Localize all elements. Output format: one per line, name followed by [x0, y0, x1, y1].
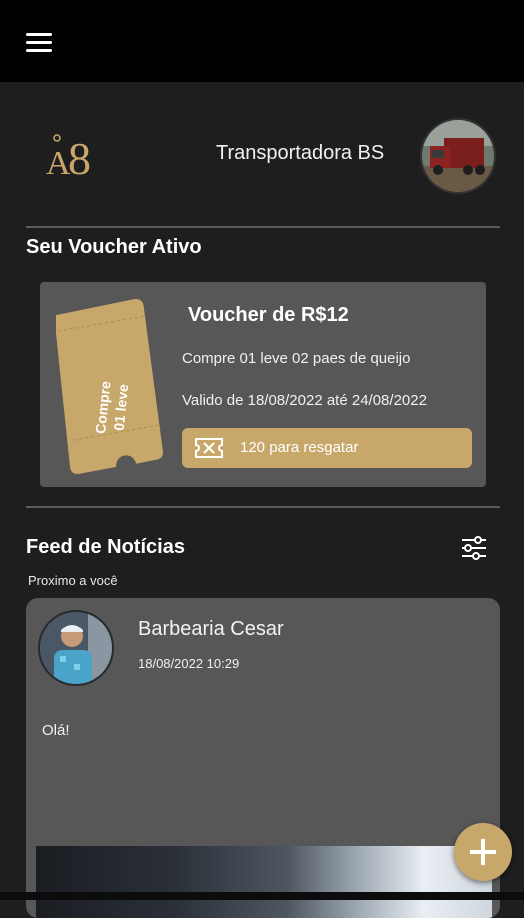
voucher-card[interactable]: Compre 01 leve Voucher de R$12 Compre 01… [40, 282, 486, 487]
sliders-icon[interactable] [460, 536, 488, 560]
brand-logo: A 8 [44, 124, 104, 184]
post-image[interactable] [36, 846, 492, 918]
feed-section-title: Feed de Notícias [26, 536, 185, 558]
ticket-graphic: Compre 01 leve [54, 296, 166, 480]
svg-text:8: 8 [68, 133, 91, 184]
redeem-button[interactable]: 120 para resgatar [182, 428, 472, 468]
add-post-button[interactable] [454, 823, 512, 881]
voucher-description: Compre 01 leve 02 paes de queijo [182, 350, 411, 367]
post-author-avatar[interactable] [38, 610, 114, 686]
redeem-label: 120 para resgatar [240, 439, 359, 456]
voucher-validity: Valido de 18/08/2022 até 24/08/2022 [182, 392, 427, 409]
post-datetime: 18/08/2022 10:29 [138, 656, 240, 671]
feed-subtitle: Proximo a você [28, 573, 118, 588]
company-name: Transportadora BS [216, 142, 385, 164]
top-app-bar [0, 0, 524, 82]
post-text: Olá! [42, 722, 70, 739]
voucher-title: Voucher de R$12 [188, 304, 349, 326]
voucher-section-title: Seu Voucher Ativo [26, 236, 202, 258]
profile-avatar[interactable] [420, 118, 496, 194]
hamburger-menu-icon[interactable] [26, 30, 54, 52]
section-divider [26, 506, 500, 508]
post-author-name[interactable]: Barbearia Cesar [138, 618, 284, 641]
post-card[interactable]: Barbearia Cesar 18/08/2022 10:29 Olá! [26, 598, 500, 918]
section-divider [26, 226, 500, 228]
ticket-icon [194, 436, 224, 460]
bottom-edge [0, 892, 524, 900]
